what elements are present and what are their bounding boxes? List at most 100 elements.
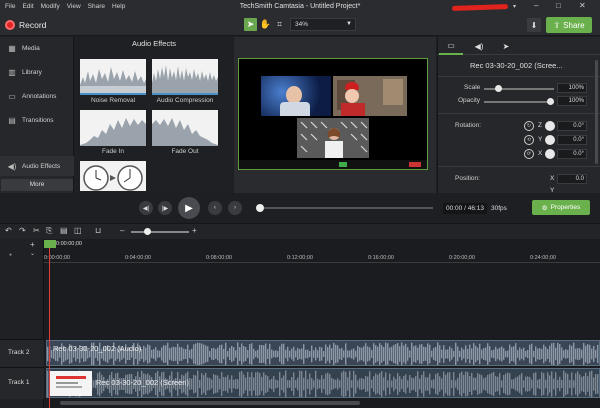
close-icon[interactable]: ✕	[579, 1, 586, 10]
preview-canvas[interactable]	[238, 58, 428, 170]
track-label: Track 1	[8, 379, 30, 386]
timeline-toolbar	[0, 223, 600, 239]
divider	[438, 76, 600, 77]
opacity-value[interactable]: 100%	[557, 96, 587, 106]
visual-properties-tab[interactable]: ▭	[439, 37, 463, 55]
sidebar-item-media[interactable]: ▦ Media	[0, 38, 74, 58]
fps-display: 30fps	[491, 205, 507, 212]
cut-icon[interactable]: ✂	[33, 226, 40, 235]
more-button[interactable]: More	[1, 179, 73, 191]
step-forward-icon[interactable]: |▶	[158, 201, 172, 215]
transitions-icon: ▤	[8, 115, 16, 125]
ruler-tick: 0:08:00;00	[206, 255, 232, 261]
rotation-axis-label: Y	[538, 136, 543, 143]
paste-icon[interactable]: ▤	[60, 226, 68, 235]
position-label: Position:	[455, 175, 480, 182]
ruler-tick: 0:20:00;00	[449, 255, 475, 261]
ruler-tick: 0:04:00;00	[125, 255, 151, 261]
ruler-tick: 0:12:00;00	[287, 255, 313, 261]
track-options-icon[interactable]: ●	[9, 252, 12, 258]
rotation-x-value[interactable]: 0.0°	[557, 149, 587, 159]
collapse-tracks-icon[interactable]: ⌄	[30, 250, 35, 257]
timeline-scrollbar[interactable]	[60, 401, 360, 405]
rotation-x-dial[interactable]	[545, 149, 555, 159]
minimize-icon[interactable]: –	[534, 1, 538, 10]
library-icon: ▥	[8, 67, 16, 77]
sidebar-item-library[interactable]: ▥ Library	[0, 62, 74, 82]
sidebar-item-audio-effects[interactable]: ◀) Audio Effects	[0, 156, 74, 176]
waveform-thumbnail	[152, 59, 218, 95]
scale-slider-knob[interactable]	[495, 85, 502, 92]
screen-clip[interactable]: Rec 03-30-20_002 (Screen)	[46, 368, 600, 398]
effect-label: Audio Compression	[156, 97, 214, 104]
clock-thumbnail	[80, 161, 146, 191]
effects-title: Audio Effects	[131, 39, 177, 48]
rotation-z-dial[interactable]	[545, 121, 555, 131]
maximize-icon[interactable]: □	[556, 1, 561, 10]
video-tile-participant	[333, 76, 407, 116]
waveform-thumbnail	[80, 59, 146, 95]
sidebar-item-label: Annotations	[22, 92, 57, 100]
video-tile-classroom	[297, 118, 369, 158]
clip-label: Rec 03-30-20_002 (Audio)	[53, 344, 142, 353]
add-track-icon[interactable]: +	[30, 240, 35, 249]
audio-properties-tab[interactable]: ◀)	[467, 37, 491, 55]
zoom-in-icon[interactable]: +	[192, 226, 197, 235]
rotate-y-icon: ⟲	[524, 135, 534, 145]
rotation-z-value[interactable]: 0.0°	[557, 121, 587, 131]
properties-scrollbar[interactable]	[595, 60, 598, 164]
timeline-zoom-knob[interactable]	[144, 228, 151, 235]
position-x-value[interactable]: 0.0	[557, 174, 587, 184]
redo-icon[interactable]: ↷	[19, 226, 26, 235]
effect-audio-compression[interactable]: Audio Compression	[152, 59, 218, 104]
previous-clip-icon[interactable]: ‹	[208, 201, 222, 215]
effect-clip-speed[interactable]	[80, 161, 146, 191]
scrub-knob[interactable]	[256, 204, 264, 212]
rotate-z-icon: ↻	[524, 121, 534, 131]
record-icon	[5, 20, 15, 30]
account-chevron-icon[interactable]: ▾	[513, 3, 516, 10]
crop-tool-icon[interactable]: ⌗	[273, 18, 286, 31]
scrub-bar[interactable]	[258, 207, 433, 209]
sidebar-item-transitions[interactable]: ▤ Transitions	[0, 110, 74, 130]
audio-effects-icon: ◀)	[7, 161, 17, 171]
effect-fade-out[interactable]: Fade Out	[152, 110, 218, 155]
scale-value[interactable]: 100%	[557, 83, 587, 93]
undo-icon[interactable]: ↶	[5, 226, 12, 235]
rotation-y-dial[interactable]	[545, 135, 555, 145]
effect-noise-removal[interactable]: Noise Removal	[80, 59, 146, 104]
select-tool-icon[interactable]: ➤	[244, 18, 257, 31]
split-icon[interactable]: ◫	[74, 226, 82, 235]
video-tile-presenter	[261, 76, 331, 116]
playhead-time: 0:00:00;00	[56, 241, 82, 247]
playhead-handle[interactable]	[44, 240, 56, 248]
magnet-icon[interactable]: ⊔	[95, 226, 101, 235]
opacity-slider-knob[interactable]	[547, 98, 554, 105]
share-button[interactable]: ⇪ Share	[546, 17, 592, 33]
media-icon: ▦	[8, 43, 16, 53]
effect-label: Noise Removal	[90, 97, 136, 104]
record-button[interactable]: Record	[5, 18, 46, 32]
zoom-out-icon[interactable]: –	[120, 226, 124, 235]
play-button[interactable]: ▶	[178, 197, 200, 219]
waveform-thumbnail	[152, 110, 218, 146]
timeline-zoom-slider[interactable]	[131, 231, 189, 233]
sidebar-item-annotations[interactable]: ▭ Annotations	[0, 86, 74, 106]
next-clip-icon[interactable]: ›	[228, 201, 242, 215]
properties-button[interactable]: ⚙ Properties	[532, 200, 590, 215]
zoom-select[interactable]: 34% ▼	[290, 18, 356, 31]
rotation-y-value[interactable]: 0.0°	[557, 135, 587, 145]
audio-clip[interactable]: Rec 03-30-20_002 (Audio)	[46, 340, 600, 366]
effect-fade-in[interactable]: Fade In	[80, 110, 146, 155]
step-back-icon[interactable]: ◀|	[139, 201, 153, 215]
ruler-tick: 0:16:00;00	[368, 255, 394, 261]
download-icon[interactable]: ⬇	[527, 18, 541, 32]
waveform-thumbnail	[80, 110, 146, 146]
clip-thumbnail	[50, 371, 92, 396]
pan-tool-icon[interactable]: ✋	[259, 18, 272, 31]
meeting-controls-bar	[239, 160, 427, 169]
cursor-properties-tab[interactable]: ➤	[494, 37, 518, 55]
copy-icon[interactable]: ⎘	[46, 226, 52, 236]
sidebar-item-label: Library	[22, 68, 42, 76]
opacity-slider[interactable]	[484, 101, 554, 103]
